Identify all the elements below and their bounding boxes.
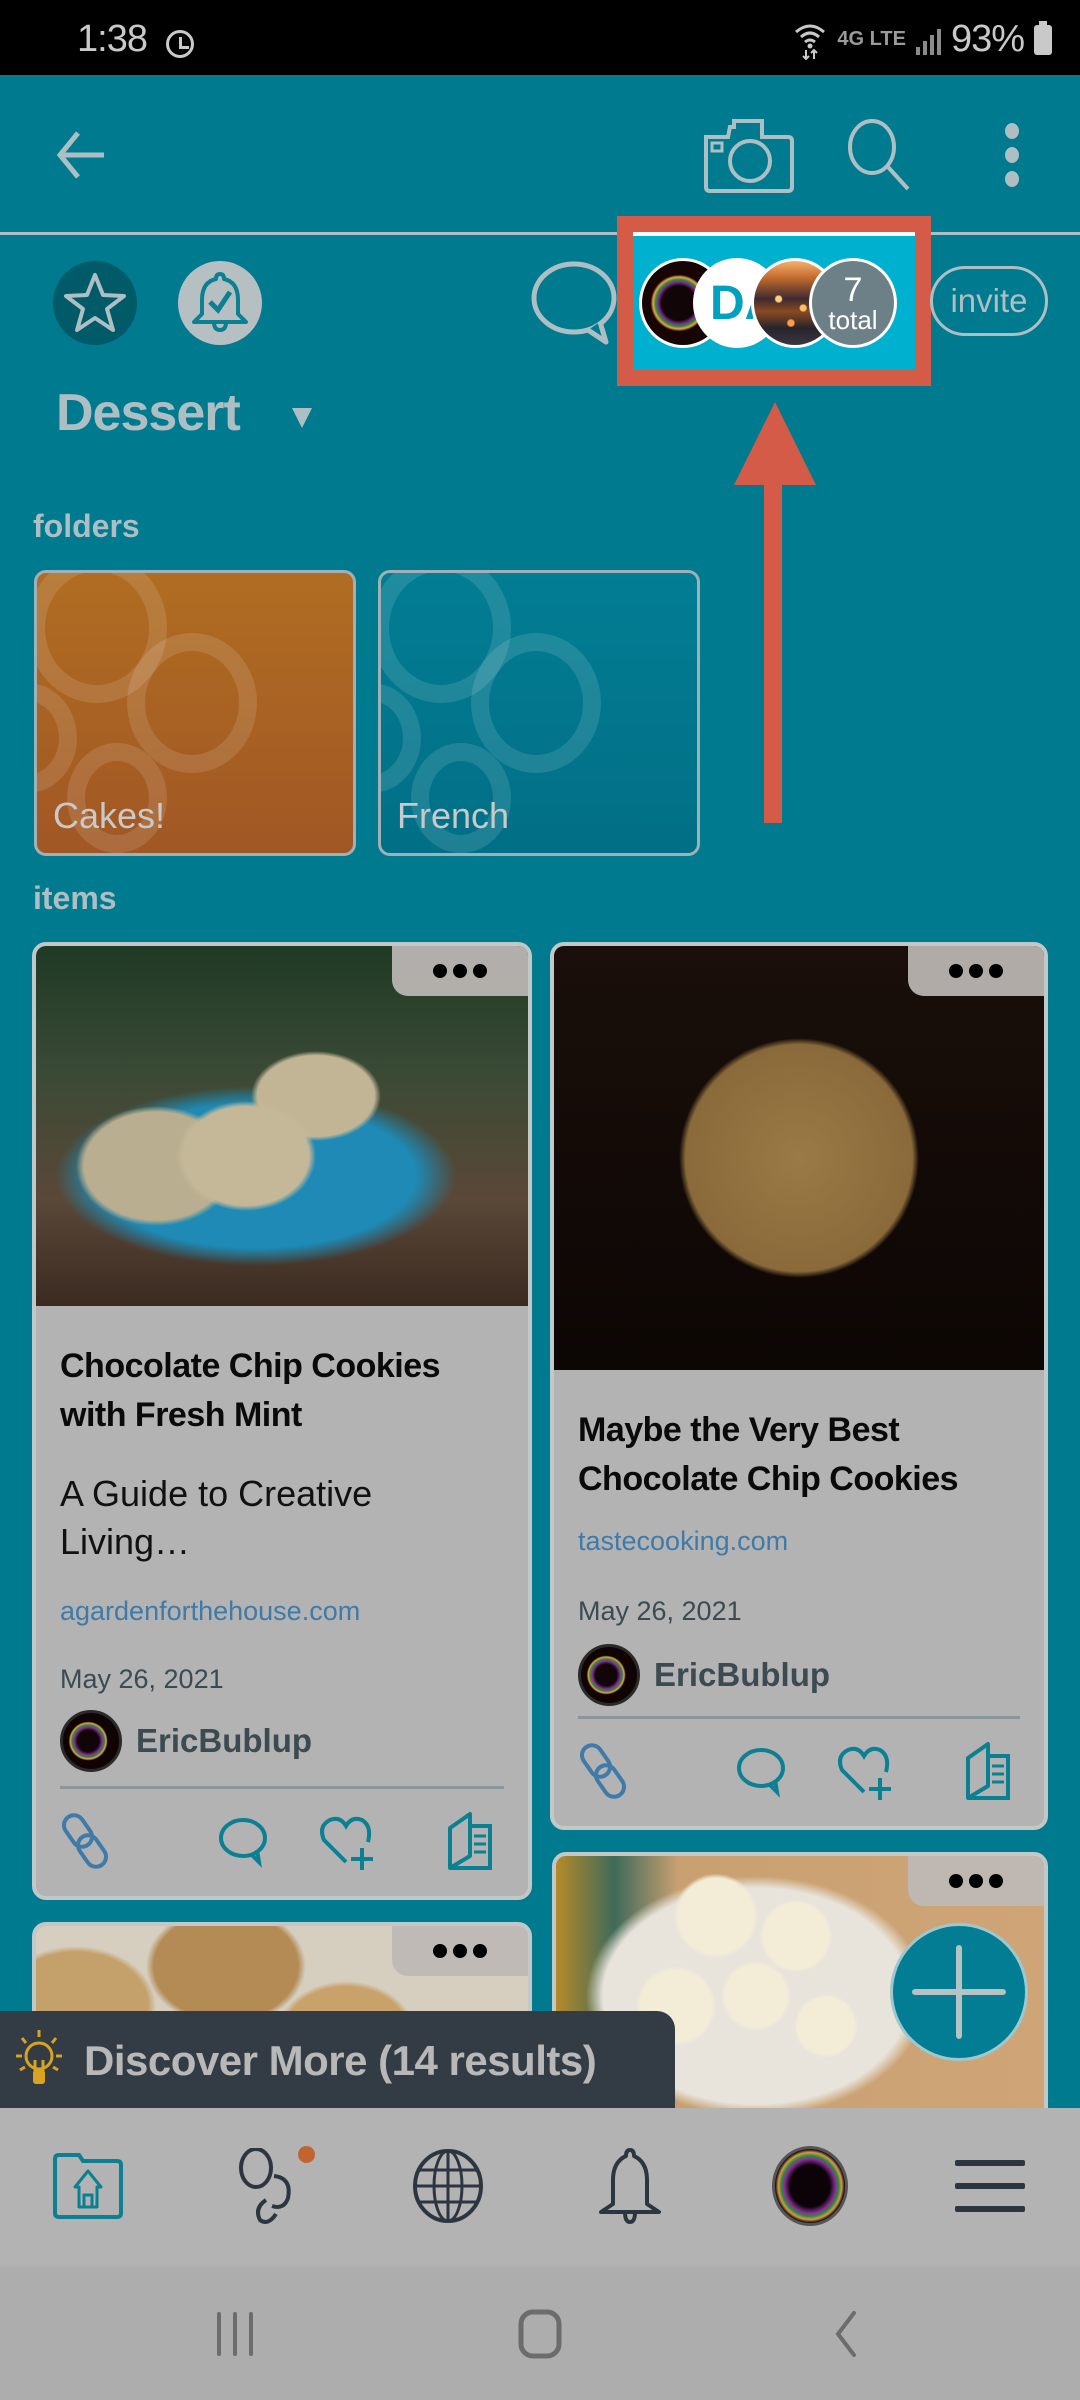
author-name: EricBublup	[654, 1656, 831, 1693]
groups-bubbles-icon	[239, 2148, 291, 2224]
comment-icon[interactable]	[215, 1812, 275, 1872]
chat-button[interactable]	[528, 258, 620, 348]
more-options-button[interactable]	[990, 115, 1034, 195]
lightbulb-icon	[16, 2029, 62, 2084]
collection-title[interactable]: Dessert	[56, 383, 241, 443]
bottom-nav	[0, 2108, 1080, 2266]
member-total-count: 7	[843, 271, 863, 309]
invite-button[interactable]: invite	[930, 266, 1048, 336]
item-image[interactable]	[554, 946, 1044, 1370]
notification-subscribed-button[interactable]	[178, 261, 262, 345]
author-avatar	[60, 1710, 122, 1772]
battery-icon	[1034, 20, 1052, 55]
member-total-label: total	[828, 305, 878, 335]
folder-cakes[interactable]: Cakes!	[34, 570, 356, 856]
members-highlight: DA 7 total	[617, 216, 931, 386]
nav-profile[interactable]	[770, 2146, 850, 2226]
folder-name: Cakes!	[53, 795, 166, 836]
card-author[interactable]: EricBublup	[60, 1710, 312, 1772]
home-button[interactable]	[505, 2306, 575, 2362]
app-bar	[0, 75, 1080, 235]
open-book-icon[interactable]	[962, 1742, 1022, 1802]
nav-home[interactable]	[48, 2146, 128, 2226]
card-more-button[interactable]	[908, 946, 1044, 996]
status-bar: 1:38 4G LTE 93%	[0, 0, 1080, 75]
status-time: 1:38	[77, 18, 148, 60]
open-book-icon[interactable]	[444, 1812, 504, 1872]
card-author[interactable]: EricBublup	[578, 1644, 830, 1706]
wifi-icon	[795, 24, 826, 60]
globe-icon	[413, 2149, 483, 2223]
camera-button[interactable]	[700, 115, 795, 195]
comment-icon[interactable]	[733, 1742, 793, 1802]
system-back-icon	[835, 2311, 856, 2357]
camera-icon	[703, 119, 794, 193]
favorite-button[interactable]	[53, 261, 137, 345]
nav-notifications[interactable]	[590, 2146, 670, 2226]
star-icon	[64, 273, 126, 332]
card-actions	[578, 1742, 1020, 1802]
back-button[interactable]	[50, 125, 110, 185]
network-type: 4G LTE	[837, 28, 906, 50]
signal-icon	[915, 25, 941, 55]
card-more-button[interactable]	[392, 946, 528, 996]
recents-button[interactable]	[200, 2306, 270, 2362]
chat-bubble-icon	[531, 261, 617, 345]
heart-plus-icon[interactable]	[836, 1742, 896, 1802]
status-indicators: 4G LTE 93%	[793, 18, 1052, 61]
card-more-button[interactable]	[908, 1856, 1044, 1906]
item-image[interactable]	[36, 946, 528, 1306]
heart-plus-icon[interactable]	[318, 1812, 378, 1872]
home-folder-icon	[53, 2153, 123, 2219]
item-card[interactable]: Chocolate Chip Cookies with Fresh Mint A…	[32, 942, 532, 1900]
plus-icon	[912, 1945, 1006, 2039]
discover-more-banner[interactable]: Discover More (14 results)	[0, 2011, 675, 2110]
discover-more-label: Discover More (14 results)	[84, 2036, 597, 2084]
author-name: EricBublup	[136, 1722, 313, 1759]
folder-french[interactable]: French	[378, 570, 700, 856]
member-total-badge[interactable]: 7 total	[809, 258, 897, 348]
add-item-button[interactable]	[890, 1923, 1028, 2061]
card-divider	[578, 1716, 1020, 1719]
system-back-button[interactable]	[810, 2306, 880, 2362]
folder-name: French	[397, 795, 510, 836]
card-actions	[60, 1812, 504, 1872]
link-icon[interactable]	[578, 1742, 638, 1802]
card-source-link[interactable]: agardenforthehouse.com	[60, 1596, 360, 1627]
title-dropdown-icon[interactable]	[292, 408, 312, 428]
card-date: May 26, 2021	[60, 1664, 224, 1694]
card-source-link[interactable]: tastecooking.com	[578, 1526, 788, 1557]
link-icon[interactable]	[60, 1812, 120, 1872]
more-vert-icon	[1005, 123, 1019, 187]
nav-groups[interactable]	[228, 2146, 308, 2226]
profile-avatar	[772, 2146, 848, 2226]
nav-explore[interactable]	[408, 2146, 488, 2226]
hamburger-menu-icon	[955, 2160, 1025, 2212]
card-title[interactable]: Chocolate Chip Cookies with Fresh Mint	[60, 1342, 504, 1440]
nav-menu[interactable]	[950, 2146, 1030, 2226]
members-panel[interactable]: DA 7 total	[633, 232, 915, 370]
alarm-icon	[166, 30, 194, 58]
folders-label: folders	[33, 508, 140, 544]
back-arrow-icon	[56, 131, 104, 179]
member-avatar-stack[interactable]: DA 7 total	[639, 258, 919, 348]
card-divider	[60, 1786, 504, 1789]
card-title[interactable]: Maybe the Very Best Chocolate Chip Cooki…	[578, 1406, 1020, 1504]
card-date: May 26, 2021	[578, 1596, 742, 1626]
bell-check-icon	[192, 272, 248, 333]
card-more-button[interactable]	[392, 1926, 528, 1976]
card-description: A Guide to Creative Living…	[60, 1473, 373, 1562]
items-label: items	[33, 880, 117, 916]
bell-icon	[599, 2148, 661, 2224]
author-avatar	[578, 1644, 640, 1706]
item-card[interactable]: Maybe the Very Best Chocolate Chip Cooki…	[550, 942, 1048, 1830]
recents-icon	[217, 2312, 253, 2356]
search-button[interactable]	[840, 115, 920, 195]
home-icon	[518, 2309, 562, 2359]
search-icon	[848, 119, 910, 191]
annotation-arrow-icon	[734, 402, 816, 823]
system-nav-bar	[0, 2266, 1080, 2400]
battery-percent: 93%	[950, 18, 1025, 60]
groups-notification-badge	[298, 2146, 315, 2163]
